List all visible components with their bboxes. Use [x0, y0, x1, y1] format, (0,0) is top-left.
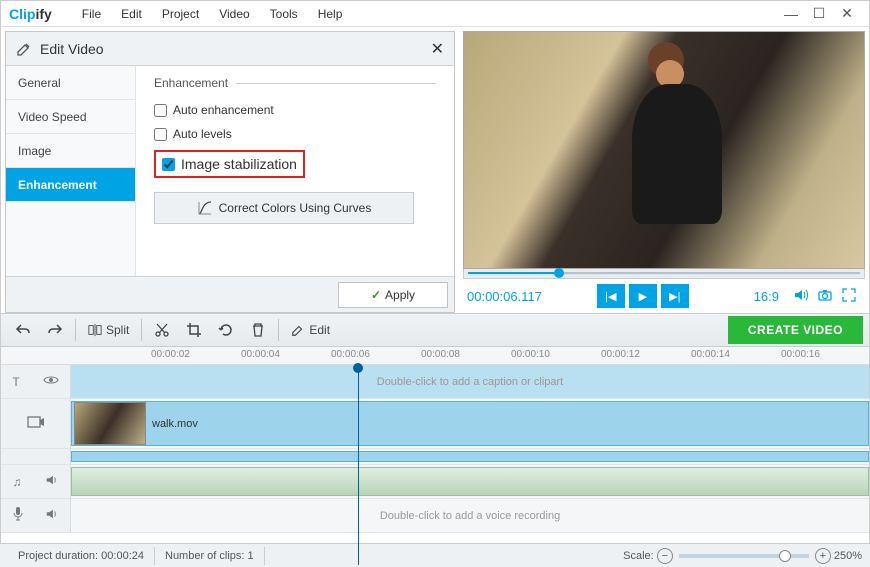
- image-stabilization-checkbox[interactable]: Image stabilization: [162, 156, 297, 172]
- voice-hint: Double-click to add a voice recording: [71, 499, 869, 533]
- preview-canvas[interactable]: [463, 31, 865, 269]
- prev-frame-button[interactable]: |◀: [597, 284, 625, 308]
- tab-enhancement[interactable]: Enhancement: [6, 168, 135, 202]
- crop-button[interactable]: [178, 317, 210, 343]
- section-label: Enhancement: [154, 76, 436, 90]
- clip-name: walk.mov: [152, 418, 198, 430]
- ruler-tick: 00:00:08: [421, 349, 460, 360]
- clips-count: 1: [248, 550, 254, 562]
- zoom-in-button[interactable]: +: [815, 548, 831, 564]
- menu-file[interactable]: File: [72, 7, 111, 21]
- ruler-tick: 00:00:04: [241, 349, 280, 360]
- apply-button[interactable]: ✓Apply: [338, 282, 448, 308]
- rotate-button[interactable]: [210, 317, 242, 343]
- music-track-icon: ♫: [13, 475, 22, 489]
- app-logo: Clipify: [9, 6, 52, 22]
- text-track-icon: T: [12, 375, 19, 389]
- ruler-tick: 00:00:14: [691, 349, 730, 360]
- audio-clip[interactable]: [71, 467, 869, 496]
- video-track-icon: [27, 414, 45, 433]
- play-button[interactable]: ▶: [629, 284, 657, 308]
- scale-percent: 250%: [834, 550, 862, 562]
- tab-general[interactable]: General: [6, 66, 135, 100]
- ruler-tick: 00:00:02: [151, 349, 190, 360]
- menu-video[interactable]: Video: [209, 7, 259, 21]
- split-button[interactable]: Split: [80, 317, 137, 343]
- fullscreen-icon[interactable]: [841, 287, 857, 306]
- cut-button[interactable]: [146, 317, 178, 343]
- timecode: 00:00:06.117: [467, 289, 542, 304]
- video-track-strip: [1, 449, 869, 465]
- timeline-tracks: T Double-click to add a caption or clipa…: [1, 365, 869, 533]
- playhead[interactable]: [358, 365, 359, 565]
- project-duration: 00:00:24: [101, 550, 144, 562]
- audio-volume-icon[interactable]: [45, 473, 59, 490]
- preview-pane: 00:00:06.117 |◀ ▶ ▶| 16:9: [463, 31, 865, 313]
- tab-image[interactable]: Image: [6, 134, 135, 168]
- maximize-button[interactable]: ☐: [805, 5, 833, 22]
- auto-enhancement-checkbox[interactable]: Auto enhancement: [154, 98, 436, 122]
- video-track[interactable]: walk.mov: [1, 399, 869, 449]
- curves-icon: [197, 200, 213, 216]
- image-stabilization-highlight: Image stabilization: [154, 150, 305, 178]
- edit-clip-button[interactable]: Edit: [283, 317, 338, 343]
- mic-track-icon: [12, 506, 24, 525]
- tab-video-speed[interactable]: Video Speed: [6, 100, 135, 134]
- minimize-button[interactable]: —: [777, 6, 805, 22]
- close-window-button[interactable]: ✕: [833, 5, 861, 22]
- caption-track[interactable]: T Double-click to add a caption or clipa…: [1, 365, 869, 399]
- edit-video-panel: Edit Video ✕ General Video Speed Image E…: [5, 31, 455, 313]
- auto-levels-checkbox[interactable]: Auto levels: [154, 122, 436, 146]
- scale-slider[interactable]: [679, 554, 809, 558]
- close-panel-button[interactable]: ✕: [431, 39, 444, 59]
- caption-hint: Double-click to add a caption or clipart: [71, 365, 869, 399]
- volume-icon[interactable]: [793, 287, 809, 306]
- voice-track[interactable]: Double-click to add a voice recording: [1, 499, 869, 533]
- audio-track[interactable]: ♫: [1, 465, 869, 499]
- menu-edit[interactable]: Edit: [111, 7, 152, 21]
- timeline-ruler[interactable]: 00:00:02 00:00:04 00:00:06 00:00:08 00:0…: [1, 347, 869, 365]
- ruler-tick: 00:00:10: [511, 349, 550, 360]
- scale-label: Scale:: [623, 550, 654, 562]
- zoom-out-button[interactable]: −: [657, 548, 673, 564]
- side-tabs: General Video Speed Image Enhancement: [6, 66, 136, 276]
- correct-colors-curves-button[interactable]: Correct Colors Using Curves: [154, 192, 414, 224]
- ruler-tick: 00:00:12: [601, 349, 640, 360]
- edit-icon: [16, 41, 32, 57]
- menu-tools[interactable]: Tools: [260, 7, 308, 21]
- next-frame-button[interactable]: ▶|: [661, 284, 689, 308]
- create-video-button[interactable]: CREATE VIDEO: [728, 316, 863, 344]
- snapshot-icon[interactable]: [817, 287, 833, 306]
- menu-bar: Clipify File Edit Project Video Tools He…: [1, 1, 869, 27]
- preview-seek-slider[interactable]: [463, 269, 865, 279]
- video-clip[interactable]: walk.mov: [71, 401, 869, 446]
- voice-volume-icon[interactable]: [45, 507, 59, 524]
- clip-thumbnail: [74, 402, 146, 445]
- status-bar: Project duration: 00:00:24 Number of cli…: [0, 543, 870, 567]
- visibility-icon[interactable]: [43, 374, 59, 389]
- menu-project[interactable]: Project: [152, 7, 209, 21]
- undo-button[interactable]: [7, 317, 39, 343]
- panel-title: Edit Video: [40, 41, 431, 57]
- ruler-tick: 00:00:16: [781, 349, 820, 360]
- delete-button[interactable]: [242, 317, 274, 343]
- clips-count-label: Number of clips:: [165, 550, 244, 562]
- ruler-tick: 00:00:06: [331, 349, 370, 360]
- redo-button[interactable]: [39, 317, 71, 343]
- menu-help[interactable]: Help: [308, 7, 353, 21]
- timeline-toolbar: Split Edit CREATE VIDEO: [1, 313, 869, 347]
- aspect-ratio[interactable]: 16:9: [754, 289, 779, 304]
- project-duration-label: Project duration:: [18, 550, 98, 562]
